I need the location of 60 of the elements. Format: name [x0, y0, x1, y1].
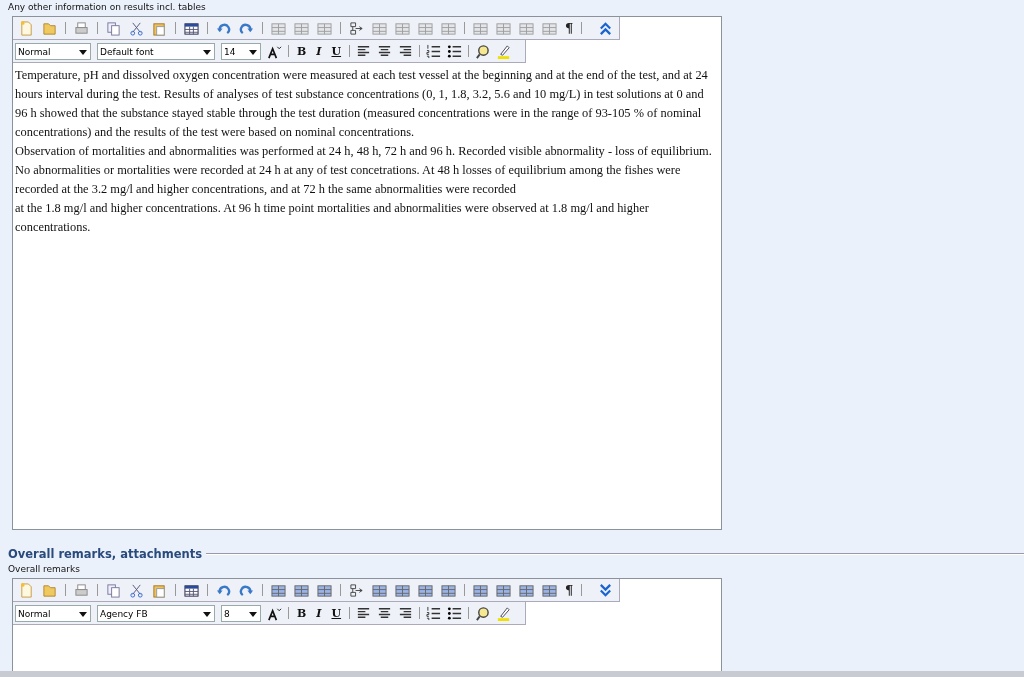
align-center-icon[interactable]	[377, 605, 393, 621]
table-icon[interactable]	[271, 582, 286, 598]
field-label: Overall remarks	[8, 563, 81, 576]
table-icon[interactable]	[473, 582, 488, 598]
paragraph: Temperature, pH and dissolved oxygen concentration were measured at each test vessel at the beginning and at the end of the test, and at 24 hours interval during the test. Results of analyses of test substance concentrations (0, 1, 1.8, 3.2, 5.6 and 10 mg/L) in test solutions at 0 and 96 h showed that the substance stayed stable through the test duration (measured concentrations were in the range of 93-105 % of nominal concentrations) and the results of the test were based on nominal concentrations.	[15, 67, 709, 141]
numbered-list-icon[interactable]	[426, 605, 442, 621]
table-icon[interactable]	[418, 582, 433, 598]
paragraph-mark-button[interactable]: ¶	[565, 20, 574, 36]
bold-button[interactable]: B	[295, 606, 309, 620]
tree-icon[interactable]	[349, 582, 364, 598]
font-size-icon[interactable]	[267, 43, 282, 59]
font-size-icon[interactable]	[267, 605, 282, 621]
highlighter-icon[interactable]	[496, 43, 512, 59]
align-right-icon[interactable]	[398, 43, 414, 59]
style-dropdown[interactable]: Normal	[15, 604, 91, 622]
copy-icon[interactable]	[106, 582, 121, 598]
scissors-icon[interactable]	[129, 582, 144, 598]
table-icon[interactable]	[184, 20, 199, 36]
underline-button[interactable]: U	[329, 44, 344, 58]
paragraph: at the 1.8 mg/l and higher concentrations. At 96 h time point mortalities and abnormalities were observed at 1.8 mg/l and higher concentrations.	[15, 200, 650, 236]
underline-button[interactable]: U	[329, 606, 344, 620]
font-dropdown[interactable]: Default font	[97, 42, 215, 60]
bullet-list-icon[interactable]	[447, 43, 463, 59]
copy-icon[interactable]	[106, 20, 121, 36]
printer-icon[interactable]	[74, 20, 89, 36]
find-icon[interactable]	[475, 43, 491, 59]
bullet-list-icon[interactable]	[447, 605, 463, 621]
italic-button[interactable]: I	[314, 606, 324, 620]
italic-button[interactable]: I	[314, 44, 324, 58]
expand-icon[interactable]	[598, 582, 613, 598]
align-right-icon[interactable]	[398, 605, 414, 621]
paste-icon[interactable]	[152, 582, 167, 598]
font-size-dropdown[interactable]: 8	[221, 604, 261, 622]
collapse-icon[interactable]	[598, 20, 613, 36]
style-dropdown[interactable]: Normal	[15, 42, 91, 60]
align-left-icon[interactable]	[356, 605, 372, 621]
font-size-dropdown[interactable]: 14	[221, 42, 261, 60]
field-label: Any other information on results incl. tables	[8, 1, 207, 14]
align-left-icon[interactable]	[356, 43, 372, 59]
bold-button[interactable]: B	[295, 44, 309, 58]
table-icon[interactable]	[184, 582, 199, 598]
paragraph-mark-button[interactable]: ¶	[565, 582, 574, 598]
find-icon[interactable]	[475, 605, 491, 621]
table-icon[interactable]	[294, 582, 309, 598]
font-dropdown[interactable]: Agency FB	[97, 604, 215, 622]
table-icon[interactable]	[519, 582, 534, 598]
table-icon[interactable]	[441, 582, 456, 598]
table-icon[interactable]	[317, 582, 332, 598]
paste-icon[interactable]	[152, 20, 167, 36]
table-icon[interactable]	[372, 582, 387, 598]
numbered-list-icon[interactable]	[426, 43, 442, 59]
table-icon[interactable]	[542, 582, 557, 598]
table-icon[interactable]	[395, 582, 410, 598]
scissors-icon[interactable]	[129, 20, 144, 36]
highlighter-icon[interactable]	[496, 605, 512, 621]
table-icon[interactable]	[496, 582, 511, 598]
align-center-icon[interactable]	[377, 43, 393, 59]
tree-icon[interactable]	[349, 20, 364, 36]
section-title: Overall remarks, attachments	[8, 547, 203, 561]
printer-icon[interactable]	[74, 582, 89, 598]
